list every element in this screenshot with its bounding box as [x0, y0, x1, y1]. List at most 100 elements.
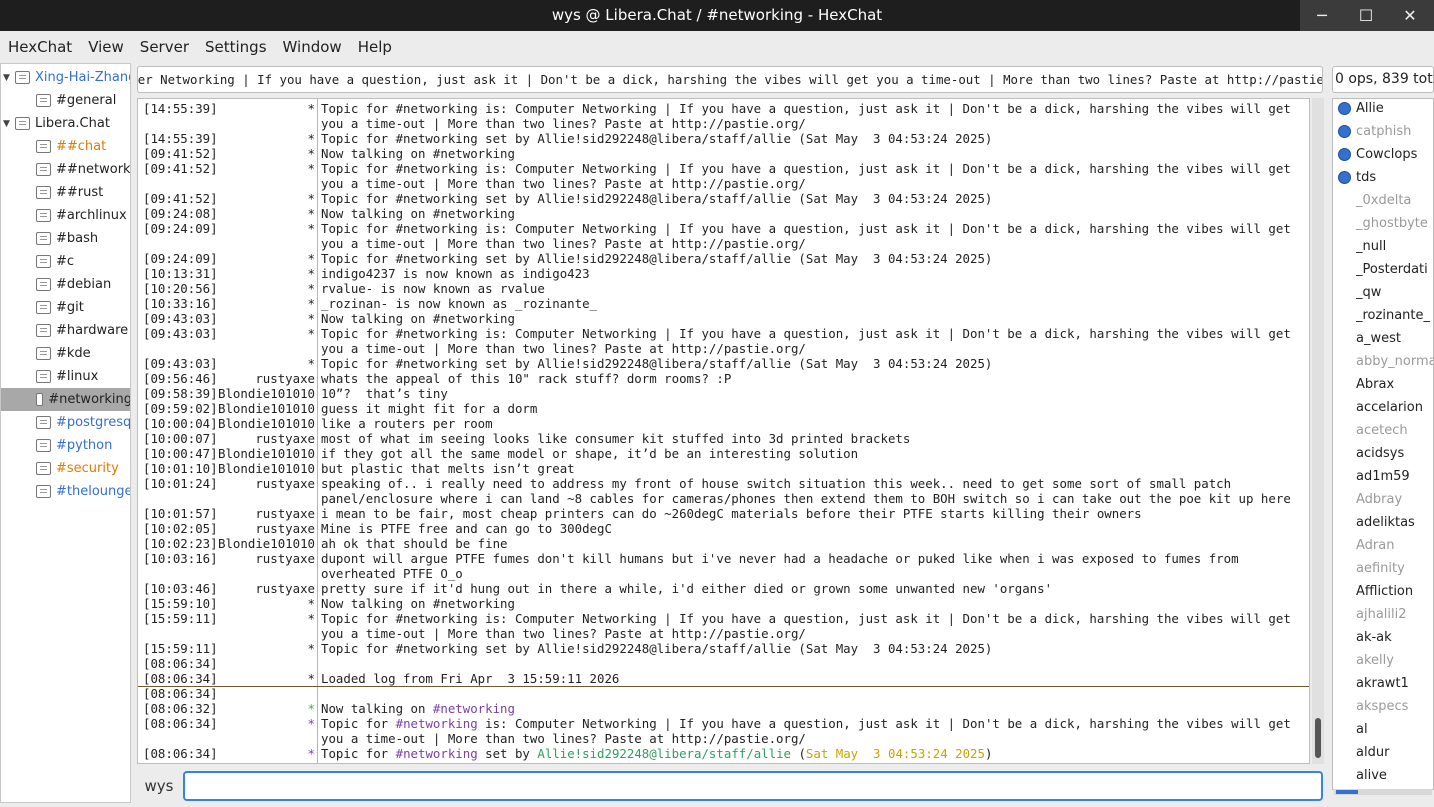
user-list-hscrollbar[interactable]: [1334, 789, 1432, 795]
user-item[interactable]: aldur: [1333, 741, 1433, 764]
tree-channel[interactable]: #security: [36, 457, 119, 480]
tree-channel[interactable]: #debian: [36, 273, 111, 296]
tree-channel[interactable]: #kde: [36, 342, 91, 365]
log-nick[interactable]: *: [143, 266, 315, 281]
channel-link[interactable]: #networking: [396, 716, 478, 731]
user-item[interactable]: _ghostbyte: [1333, 212, 1433, 235]
log-nick[interactable]: *: [143, 671, 315, 686]
log-nick[interactable]: *: [143, 251, 315, 266]
log-nick[interactable]: *: [143, 131, 315, 146]
user-item[interactable]: al: [1333, 718, 1433, 741]
user-item[interactable]: ad1m59: [1333, 465, 1433, 488]
log-nick[interactable]: rustyaxe: [143, 581, 315, 596]
channel-link[interactable]: #networking: [433, 701, 515, 716]
tree-channel[interactable]: #general: [36, 89, 116, 112]
tree-channel[interactable]: #bash: [36, 227, 98, 250]
user-item[interactable]: Abrax: [1333, 373, 1433, 396]
tree-server[interactable]: ▼ Libera.Chat: [3, 112, 110, 135]
log-nick[interactable]: *: [143, 101, 315, 116]
tree-channel[interactable]: #hardware: [36, 319, 128, 342]
menu-settings[interactable]: Settings: [197, 38, 275, 56]
user-item[interactable]: _null: [1333, 235, 1433, 258]
user-item[interactable]: accelarion: [1333, 396, 1433, 419]
tree-channel[interactable]: ##chat: [36, 135, 106, 158]
close-button[interactable]: ✕: [1388, 0, 1432, 31]
log-nick[interactable]: *: [143, 206, 315, 221]
tree-channel[interactable]: #linux: [36, 365, 98, 388]
user-item[interactable]: Cowclops: [1333, 143, 1433, 166]
user-item[interactable]: acetech: [1333, 419, 1433, 442]
menu-server[interactable]: Server: [132, 38, 197, 56]
user-item[interactable]: ajhalili2: [1333, 603, 1433, 626]
expand-arrow-icon[interactable]: ▼: [3, 73, 15, 83]
log-nick[interactable]: *: [143, 611, 315, 626]
user-list-hscrollbar-thumb[interactable]: [1336, 790, 1358, 794]
log-nick[interactable]: *: [143, 596, 315, 611]
tree-channel[interactable]: ##networking: [36, 158, 130, 181]
log-nick[interactable]: *: [143, 311, 315, 326]
log-nick[interactable]: rustyaxe: [143, 506, 315, 521]
user-item[interactable]: _qw: [1333, 281, 1433, 304]
log-nick[interactable]: *: [143, 191, 315, 206]
user-item[interactable]: alive: [1333, 764, 1433, 787]
maximize-button[interactable]: ☐: [1344, 0, 1388, 31]
nick-button[interactable]: wys: [138, 771, 180, 801]
user-item[interactable]: adeliktas: [1333, 511, 1433, 534]
log-nick[interactable]: Blondie101010: [143, 416, 315, 431]
tree-channel[interactable]: #archlinux: [36, 204, 127, 227]
channel-link[interactable]: #networking: [396, 746, 478, 761]
user-item[interactable]: acidsys: [1333, 442, 1433, 465]
log-nick[interactable]: Blondie101010: [143, 386, 315, 401]
message-input[interactable]: [183, 771, 1323, 801]
tree-channel[interactable]: #postgresql: [36, 411, 130, 434]
user-item[interactable]: abby_normal: [1333, 350, 1433, 373]
log-nick[interactable]: *: [143, 356, 315, 371]
user-item[interactable]: _Posterdati: [1333, 258, 1433, 281]
user-item[interactable]: catphish: [1333, 120, 1433, 143]
chat-log[interactable]: [14:55:39] * Topic for #networking is: Com…: [137, 98, 1310, 764]
tree-channel[interactable]: #thelounge: [36, 480, 130, 503]
log-nick[interactable]: rustyaxe: [143, 371, 315, 386]
log-nick[interactable]: Blondie101010: [143, 461, 315, 476]
user-item[interactable]: a_west: [1333, 327, 1433, 350]
log-nick[interactable]: rustyaxe: [143, 551, 315, 566]
menu-help[interactable]: Help: [350, 38, 400, 56]
log-nick[interactable]: Blondie101010: [143, 401, 315, 416]
menu-view[interactable]: View: [80, 38, 132, 56]
chat-scrollbar[interactable]: [1312, 98, 1324, 764]
setter-hostmask[interactable]: Allie!sid292248@libera/staff/allie: [537, 746, 791, 761]
log-nick[interactable]: *: [143, 161, 315, 176]
tree-channel[interactable]: ##rust: [36, 181, 103, 204]
user-item[interactable]: _0xdelta: [1333, 189, 1433, 212]
user-item[interactable]: Adbray: [1333, 488, 1433, 511]
log-nick[interactable]: *: [143, 326, 315, 341]
user-item[interactable]: ak-ak: [1333, 626, 1433, 649]
menu-hexchat[interactable]: HexChat: [0, 38, 80, 56]
user-item[interactable]: _rozinante_: [1333, 304, 1433, 327]
user-item[interactable]: akspecs: [1333, 695, 1433, 718]
log-nick[interactable]: *: [143, 146, 315, 161]
log-nick[interactable]: Blondie101010: [143, 446, 315, 461]
user-item[interactable]: Allie: [1333, 99, 1433, 120]
minimize-button[interactable]: ─: [1300, 0, 1344, 31]
user-item[interactable]: akelly: [1333, 649, 1433, 672]
menu-window[interactable]: Window: [275, 38, 350, 56]
tree-channel[interactable]: #git: [36, 296, 84, 319]
user-item[interactable]: tds: [1333, 166, 1433, 189]
log-nick[interactable]: rustyaxe: [143, 521, 315, 536]
expand-arrow-icon[interactable]: ▼: [3, 119, 15, 129]
user-item[interactable]: Affliction: [1333, 580, 1433, 603]
log-nick[interactable]: Blondie101010: [143, 536, 315, 551]
log-nick[interactable]: *: [143, 296, 315, 311]
chat-scrollbar-thumb[interactable]: [1315, 718, 1321, 758]
log-nick[interactable]: rustyaxe: [143, 476, 315, 491]
log-nick[interactable]: *: [143, 281, 315, 296]
user-item[interactable]: aefinity: [1333, 557, 1433, 580]
user-item[interactable]: Adran: [1333, 534, 1433, 557]
user-list[interactable]: Allie catphish Cowclops tds _0xdelta _ghostby…: [1332, 98, 1434, 790]
log-nick[interactable]: rustyaxe: [143, 431, 315, 446]
log-nick[interactable]: *: [143, 221, 315, 236]
tree-channel[interactable]: #python: [36, 434, 112, 457]
tree-server[interactable]: ▼ Xing-Hai-Zhang: [3, 66, 130, 89]
topic-bar[interactable]: Computer Networking | If you have a ques…: [137, 66, 1323, 93]
